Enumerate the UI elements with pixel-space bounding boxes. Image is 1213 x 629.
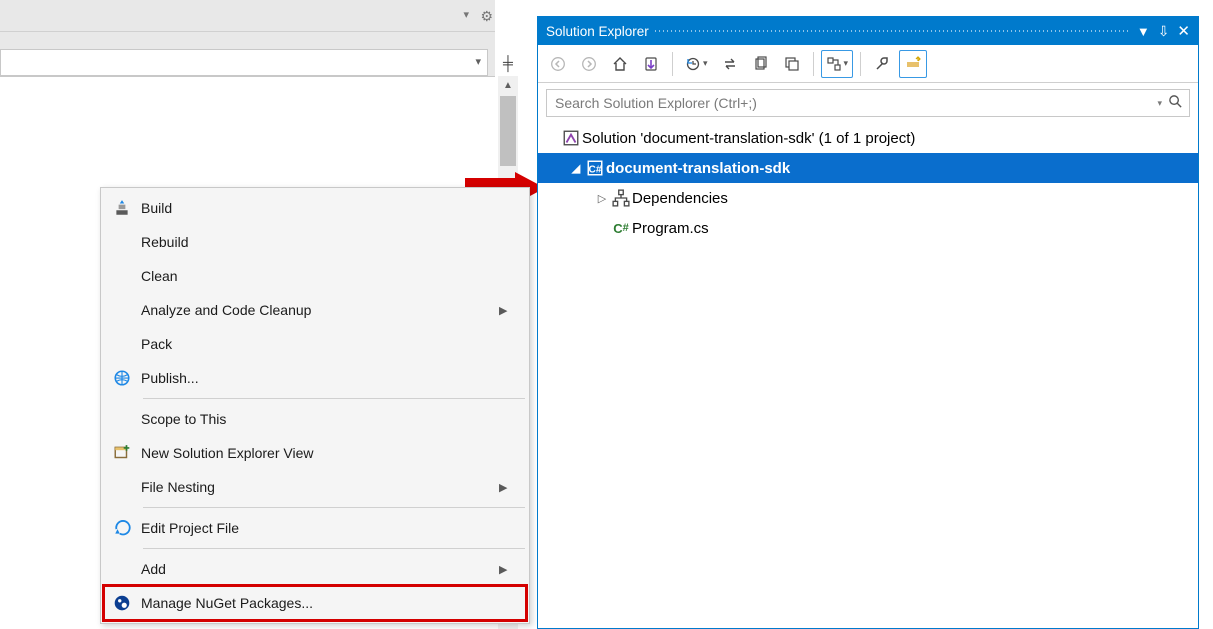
tree-node-programcs[interactable]: C# Program.cs [538,213,1198,243]
menu-label: Rebuild [141,234,509,250]
toolbar-separator [672,52,673,76]
menu-label: Scope to This [141,411,509,427]
split-editor-icon[interactable]: ╪ [498,53,518,73]
toolbar-separator [860,52,861,76]
submenu-arrow-icon: ▶ [499,563,509,576]
menu-item-build[interactable]: Build [103,191,527,225]
close-icon[interactable]: ✕ [1177,22,1190,40]
submenu-arrow-icon: ▶ [499,304,509,317]
menu-item-rebuild[interactable]: Rebuild [103,225,527,259]
menu-label: Publish... [141,370,509,386]
tabwell-dropdown-icon[interactable]: ▾ [463,8,469,21]
tree-node-dependencies[interactable]: ▷ Dependencies [538,183,1198,213]
submenu-arrow-icon: ▶ [499,481,509,494]
panel-toolbar: ▾ ▾ [538,45,1198,83]
pin-icon[interactable]: ⇩ [1158,23,1170,40]
panel-title: Solution Explorer [546,24,649,39]
menu-item-publish[interactable]: Publish... [103,361,527,395]
menu-label: New Solution Explorer View [141,445,509,461]
scroll-up-icon[interactable]: ▲ [498,76,518,96]
menu-item-scope[interactable]: Scope to This [103,402,527,436]
menu-item-edit-project[interactable]: Edit Project File [103,511,527,545]
search-input[interactable] [553,94,1151,112]
menu-label: Pack [141,336,509,352]
menu-item-file-nesting[interactable]: File Nesting ▶ [103,470,527,504]
back-button[interactable] [544,50,572,78]
new-view-icon [103,436,141,470]
tree-label: document-translation-sdk [606,160,790,177]
project-context-menu: Build Rebuild Clean Analyze and Code Cle… [100,187,530,624]
menu-label: Add [141,561,499,577]
tree-label: Solution 'document-translation-sdk' (1 o… [582,130,915,147]
menu-label: File Nesting [141,479,499,495]
nuget-icon [103,586,141,620]
preview-button[interactable] [899,50,927,78]
build-icon [103,191,141,225]
collapse-all-button[interactable] [778,50,806,78]
sync-active-document-button[interactable] [637,50,665,78]
menu-label: Clean [141,268,509,284]
menu-item-manage-nuget[interactable]: Manage NuGet Packages... [103,586,527,620]
menu-label: Edit Project File [141,520,509,536]
tree-label: Program.cs [632,220,709,237]
tree-node-project[interactable]: ◢ C# document-translation-sdk [538,153,1198,183]
csharp-file-icon: C# [610,221,632,236]
tree-node-solution[interactable]: Solution 'document-translation-sdk' (1 o… [538,123,1198,153]
edit-project-icon [103,511,141,545]
menu-item-analyze[interactable]: Analyze and Code Cleanup ▶ [103,293,527,327]
properties-button[interactable] [868,50,896,78]
menu-separator [143,507,525,508]
solution-explorer-panel: Solution Explorer ▼ ⇩ ✕ ▾ ▾ ▾ [537,16,1199,629]
show-all-files-button[interactable] [747,50,775,78]
menu-label: Build [141,200,509,216]
navigation-combo[interactable]: ▾ [0,49,488,76]
menu-item-pack[interactable]: Pack [103,327,527,361]
editor-tabwell: ▾ ⚙ [0,0,495,32]
search-icon[interactable] [1168,94,1183,112]
toolbar-separator [813,52,814,76]
menu-label: Manage NuGet Packages... [141,595,509,611]
menu-label: Analyze and Code Cleanup [141,302,499,318]
view-class-diagram-button[interactable]: ▾ [821,50,854,78]
scrollbar-thumb[interactable] [500,96,516,166]
menu-item-new-view[interactable]: New Solution Explorer View [103,436,527,470]
grip-icon [655,26,1131,36]
forward-button[interactable] [575,50,603,78]
swap-button[interactable] [716,50,744,78]
dropdown-icon[interactable]: ▼ [1137,24,1150,39]
home-button[interactable] [606,50,634,78]
publish-icon [103,361,141,395]
solution-tree: Solution 'document-translation-sdk' (1 o… [538,123,1198,628]
svg-text:C#: C# [589,165,602,176]
collapse-icon[interactable]: ◢ [568,162,584,175]
menu-item-add[interactable]: Add ▶ [103,552,527,586]
expand-icon[interactable]: ▷ [594,192,610,205]
tree-label: Dependencies [632,190,728,207]
search-box[interactable]: ▾ [546,89,1190,117]
dependencies-icon [610,189,632,207]
csharp-project-icon: C# [584,159,606,177]
gear-icon[interactable]: ⚙ [480,8,493,25]
solution-icon [560,129,582,147]
menu-separator [143,548,525,549]
chevron-down-icon: ▾ [475,55,481,68]
panel-titlebar[interactable]: Solution Explorer ▼ ⇩ ✕ [538,17,1198,45]
chevron-down-icon[interactable]: ▾ [1157,98,1162,109]
menu-item-clean[interactable]: Clean [103,259,527,293]
menu-separator [143,398,525,399]
pending-changes-button[interactable]: ▾ [680,50,713,78]
